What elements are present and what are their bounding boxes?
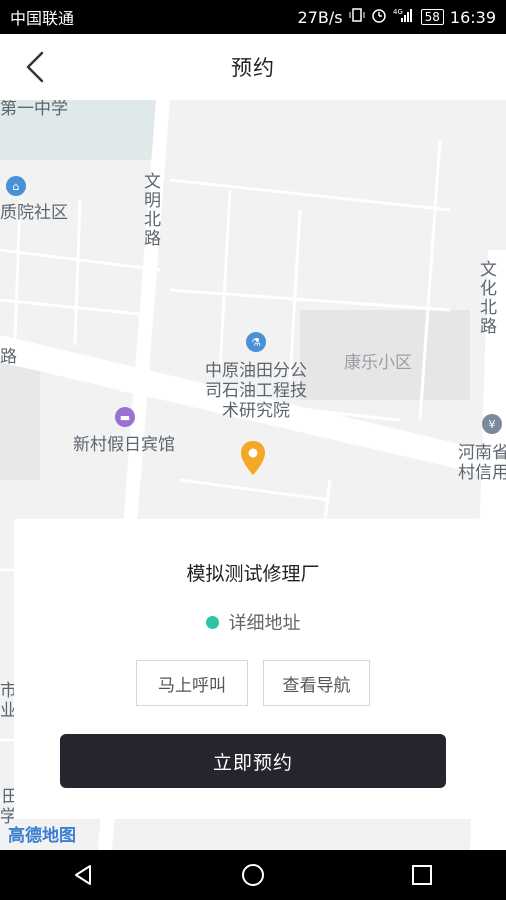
institute-poi-icon: ⚗ [246, 332, 266, 352]
back-button[interactable] [18, 48, 54, 86]
signal-4g-icon: 4G [393, 7, 415, 27]
vibrate-icon [349, 7, 365, 27]
reserve-now-button[interactable]: 立即预约 [60, 734, 446, 788]
recents-square-icon[interactable] [402, 855, 442, 895]
shop-name: 模拟测试修理厂 [186, 563, 320, 585]
map-label-road: 路 [0, 347, 17, 367]
alarm-icon [371, 7, 387, 27]
map-label-institute-3: 术研究院 [222, 401, 290, 421]
view-navigation-button[interactable]: 查看导航 [263, 660, 370, 706]
bank-poi-icon: ¥ [482, 414, 502, 434]
back-triangle-icon[interactable] [64, 855, 104, 895]
location-pin-icon[interactable] [240, 440, 266, 476]
address-row: 详细地址 [14, 609, 492, 635]
carrier-name: 中国联通 [10, 9, 75, 28]
map-label-community: 质院社区 [0, 203, 68, 223]
map-label-wenming-road: 文明北路 [140, 172, 160, 248]
network-speed: 27B/s [297, 7, 343, 27]
map-label-kangle: 康乐小区 [344, 353, 412, 373]
title-bar: 预约 [0, 34, 506, 100]
map-label-bank-2: 村信用 [458, 463, 506, 483]
status-indicators: 27B/s 4G 58 16:39 [298, 7, 496, 27]
amap-logo: 高德地图 [8, 826, 76, 846]
system-nav-bar [0, 850, 506, 900]
status-bar: 中国联通 27B/s 4G 58 16:39 [0, 0, 506, 34]
chevron-left-icon [26, 51, 44, 83]
hotel-poi-icon: ▬ [115, 407, 135, 427]
address-text: 详细地址 [228, 613, 301, 634]
map-label-hotel: 新村假日宾馆 [73, 435, 175, 455]
map-label-wenhua-road: 文化北路 [476, 260, 496, 336]
community-poi-icon: ⌂ [6, 176, 26, 196]
battery-icon: 58 [420, 9, 444, 25]
clock: 16:39 [449, 7, 496, 27]
map-label-school: 第一中学 [0, 100, 68, 119]
status-dot-icon [205, 615, 219, 629]
home-circle-icon[interactable] [233, 855, 273, 895]
page-title: 预约 [231, 56, 275, 80]
shop-info-card: 模拟测试修理厂 详细地址 马上呼叫 查看导航 立即预约 [14, 519, 492, 819]
svg-text:4G: 4G [393, 8, 403, 16]
call-now-button[interactable]: 马上呼叫 [136, 660, 248, 706]
